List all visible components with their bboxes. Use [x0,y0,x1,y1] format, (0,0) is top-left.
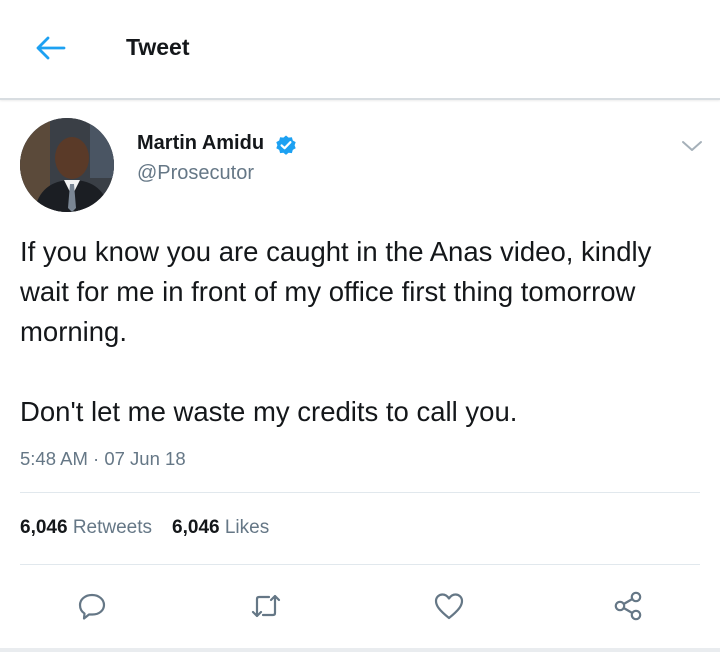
share-icon [614,591,642,621]
back-button[interactable] [30,30,70,66]
reply-button[interactable] [74,588,110,624]
tweet-timestamp[interactable]: 5:48 AM · 07 Jun 18 [20,448,186,470]
avatar[interactable] [20,118,114,212]
tweet-time: 5:48 AM [20,448,88,469]
chevron-down-icon [682,141,702,151]
page-title: Tweet [126,34,190,60]
author-handle[interactable]: @Prosecutor [137,162,254,185]
top-bar: Tweet [0,0,720,100]
retweet-icon [251,594,281,618]
verified-badge-icon [276,135,296,155]
tweet-paragraph: Don't let me waste my credits to call yo… [20,396,518,427]
tweet-date: 07 Jun 18 [104,448,186,469]
profile-photo [20,118,114,212]
retweet-button[interactable] [248,588,284,624]
reply-icon [78,593,106,620]
tweet-paragraph: If you know you are caught in the Anas v… [20,236,652,347]
tweet-menu-button[interactable] [680,136,704,156]
timestamp-separator: · [93,448,100,469]
like-icon [434,593,464,620]
share-button[interactable] [610,588,646,624]
likes-stat[interactable]: 6,046 Likes [172,517,269,539]
back-arrow-icon [36,36,66,60]
tweet-stats: 6,046 Retweets 6,046 Likes [20,517,269,539]
likes-label: Likes [224,517,270,538]
like-button[interactable] [431,588,467,624]
author-name[interactable]: Martin Amidu [137,132,264,155]
retweets-count: 6,046 [20,517,68,538]
retweets-label: Retweets [72,517,153,538]
tweet-text: If you know you are caught in the Anas v… [20,232,700,432]
action-bar [0,580,720,630]
divider [20,492,700,493]
likes-count: 6,046 [172,517,220,538]
bottom-border [0,648,720,652]
retweets-stat[interactable]: 6,046 Retweets [20,517,152,539]
divider [20,564,700,565]
